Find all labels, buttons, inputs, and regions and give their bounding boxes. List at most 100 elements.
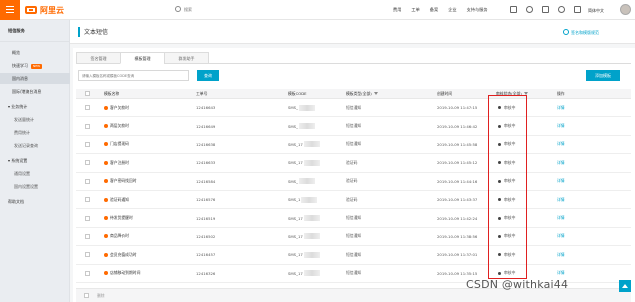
template-type: 短信通知 [346,215,362,221]
ticket-number: 12416643 [196,105,216,111]
nav-fees[interactable]: 费用 [393,7,401,13]
ticket-number: 12416326 [196,270,216,276]
select-all-checkbox[interactable] [85,91,90,96]
sidebar-group-settings[interactable]: ▾ 系统设置 [0,155,70,166]
details-link[interactable]: 详情 [557,99,565,116]
cart-icon[interactable] [542,6,549,13]
template-name: 验证码通知 [110,196,129,202]
redaction-mask [299,104,315,111]
nav-support[interactable]: 支持与服务 [467,7,488,13]
sidebar-item-domestic-settings[interactable]: 国内设置设置 [0,181,70,192]
sidebar-item-label: 国际/港澳台消息 [12,89,42,94]
search-input[interactable] [184,5,364,14]
template-type: 短信通知 [346,104,362,110]
sidebar-item-help-docs[interactable]: 帮助文档 [0,196,70,207]
row-checkbox[interactable] [85,197,90,203]
template-code-cell: SMS_17 [288,136,320,153]
template-search-input[interactable] [78,70,189,81]
template-name: 店铺移动到期时间 [110,270,141,276]
created-time: 2019-10-09 11:38:56 [437,233,478,239]
details-link[interactable]: 详情 [557,173,565,190]
back-to-top-button[interactable] [619,280,631,292]
template-icon [104,160,108,165]
row-check-cell [85,228,90,245]
content-panel: 签名管理 模板管理 群发助手 查询 添加模板 模板名称 工单号 模板CODE 模… [73,48,635,302]
home-icon[interactable] [574,6,581,13]
details-link[interactable]: 详情 [557,246,565,263]
tab-bulk-send[interactable]: 群发助手 [164,52,209,64]
template-code: SMS_17 [288,252,303,258]
sidebar-header: 短信服务 [0,20,69,42]
details-link[interactable]: 详情 [557,228,565,245]
table-body: 客户欠款时 12416643 SMS_ 短信通知 2019-10-09 11:47:15… [76,99,631,283]
table-row: 商品降价时 12416502 SMS_17 短信通知 2019-10-09 11:38:… [76,228,631,247]
sidebar-item-domestic[interactable]: 国内消息 [0,73,70,84]
col-template-type-label: 模板类型(全部) [346,90,372,96]
row-checkbox[interactable] [85,123,90,129]
sidebar-item-send-stats[interactable]: 发送量统计 [0,114,70,125]
details-link[interactable]: 详情 [557,117,565,134]
nav-enterprise[interactable]: 企业 [448,7,456,13]
template-name-cell: 待发货提醒时 [104,209,133,226]
template-icon [104,124,108,129]
language-switch[interactable]: 简体中文 [588,8,604,14]
aliyun-logo[interactable]: 阿里云 [25,4,64,16]
add-template-button[interactable]: 添加模板 [586,70,620,81]
avatar[interactable] [620,4,631,15]
row-checkbox[interactable] [85,233,90,239]
template-code: SMS_17 [288,160,303,166]
row-checkbox[interactable] [85,105,90,111]
help-icon[interactable] [558,6,565,13]
redaction-mask [303,159,320,166]
table-header: 模板名称 工单号 模板CODE 模板类型(全部) 创建时间 审核状态(全部) 操… [76,89,631,99]
search-icon[interactable] [175,6,181,12]
col-template-type[interactable]: 模板类型(全部) [346,89,378,98]
template-icon [104,197,108,202]
top-navigation-bar: 阿里云 费用 工单 备案 企业 支持与服务 简体中文 [0,0,635,20]
details-link[interactable]: 详情 [557,191,565,208]
filter-icon[interactable] [373,92,378,95]
status-highlight-box [488,95,527,279]
sidebar-item-label: 发送记录查询 [14,143,38,148]
tab-template[interactable]: 模板管理 [120,52,165,64]
template-code-cell: SMS_17 [288,265,320,282]
query-button[interactable]: 查询 [197,70,219,81]
template-type: 短信通知 [346,141,362,147]
footer-select-all-checkbox[interactable] [84,293,89,298]
row-checkbox[interactable] [85,215,90,221]
row-checkbox[interactable] [85,141,90,147]
details-link[interactable]: 详情 [557,136,565,153]
spec-help-link[interactable]: 签名和模版规范 [563,29,599,36]
created-time: 2019-10-09 11:45:12 [437,160,478,166]
notification-icon[interactable] [526,6,533,13]
row-checkbox[interactable] [85,252,90,258]
sidebar-item-international[interactable]: 国际/港澳台消息 [0,86,70,97]
sidebar-group-statistics[interactable]: ▾ 业务统计 [0,101,70,112]
tab-signature[interactable]: 签名管理 [76,52,121,64]
table-row: 会员充值成功时 12416457 SMS_17 短信通知 2019-10-09 11:3… [76,246,631,265]
sidebar-item-overview[interactable]: 概览 [0,47,70,58]
row-checkbox[interactable] [85,160,90,166]
nav-filing[interactable]: 备案 [430,7,438,13]
details-link[interactable]: 详情 [557,209,565,226]
table-row: 两层欠款时 12416649 SMS_ 短信通知 2019-10-09 11:46:42… [76,117,631,136]
terminal-icon[interactable] [510,6,517,13]
sidebar-item-fee-stats[interactable]: 费用统计 [0,127,70,138]
global-search[interactable] [175,4,375,15]
delete-button[interactable]: 删除 [97,293,105,299]
template-name-cell: 两层欠款时 [104,117,129,134]
sidebar-item-general-settings[interactable]: 通用设置 [0,168,70,179]
menu-icon[interactable] [0,0,20,20]
row-checkbox[interactable] [85,270,90,276]
col-template-code: 模板CODE [288,90,307,96]
redaction-mask [303,251,320,258]
template-code-cell: SMS_17 [288,154,320,171]
sidebar-item-quickstart[interactable]: 快速学习 NEW [0,60,70,71]
template-type: 验证码 [346,178,358,184]
row-checkbox[interactable] [85,178,90,184]
ticket-number: 12416649 [196,123,216,129]
sidebar-item-send-records[interactable]: 发送记录查询 [0,140,70,151]
nav-tickets[interactable]: 工单 [411,7,419,13]
details-link[interactable]: 详情 [557,154,565,171]
col-template-name: 模板名称 [104,90,120,96]
